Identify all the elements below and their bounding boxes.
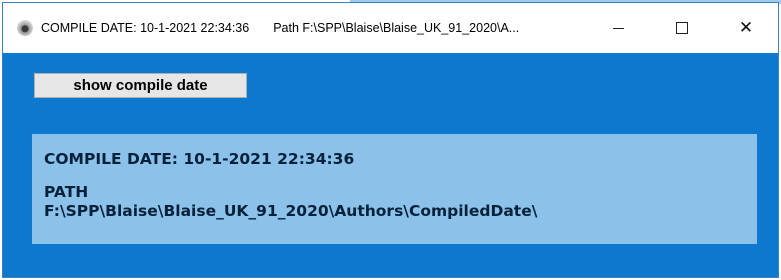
minimize-button[interactable] <box>586 3 650 53</box>
window-title-compile-date: COMPILE DATE: 10-1-2021 22:34:36 <box>41 21 250 35</box>
compile-date-text: COMPILE DATE: 10-1-2021 22:34:36 <box>44 150 355 168</box>
path-label: PATH <box>44 183 89 201</box>
close-button[interactable]: ✕ <box>714 3 778 53</box>
window-title-path: Path F:\SPP\Blaise\Blaise_UK_91_2020\A..… <box>273 21 520 35</box>
title-bar[interactable]: COMPILE DATE: 10-1-2021 22:34:36 Path F:… <box>3 3 778 53</box>
client-area: show compile date COMPILE DATE: 10-1-202… <box>3 53 778 277</box>
show-compile-date-button[interactable]: show compile date <box>34 73 247 98</box>
window-controls: ✕ <box>586 3 778 53</box>
path-value: F:\SPP\Blaise\Blaise_UK_91_2020\Authors\… <box>44 202 538 220</box>
close-icon: ✕ <box>738 18 754 38</box>
app-window: COMPILE DATE: 10-1-2021 22:34:36 Path F:… <box>2 2 779 278</box>
maximize-button[interactable] <box>650 3 714 53</box>
info-panel: COMPILE DATE: 10-1-2021 22:34:36 PATH F:… <box>32 134 757 244</box>
app-icon[interactable] <box>17 20 33 36</box>
